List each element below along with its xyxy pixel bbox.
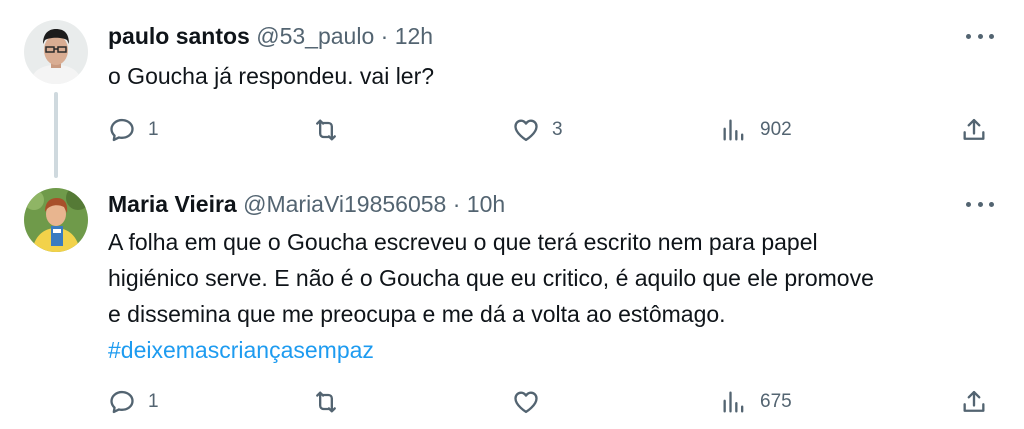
person-avatar-icon — [24, 188, 88, 252]
author-name[interactable]: Maria Vieira — [108, 191, 237, 217]
reply-button[interactable]: 1 — [108, 386, 159, 418]
separator-dot: · — [380, 23, 389, 49]
more-icon[interactable] — [966, 24, 994, 48]
avatar[interactable] — [24, 188, 88, 252]
tweet-header: paulo santos @53_paulo · 12h — [108, 20, 433, 52]
views-icon — [723, 119, 744, 141]
more-icon[interactable] — [966, 192, 994, 216]
reply-icon — [110, 390, 134, 414]
separator-dot: · — [452, 191, 461, 217]
share-button[interactable] — [960, 386, 988, 418]
retweet-icon — [316, 391, 336, 413]
tweet-text: o Goucha já respondeu. vai ler? — [108, 58, 998, 94]
heart-icon — [514, 119, 538, 142]
views-button[interactable]: 902 — [720, 114, 792, 146]
views-count: 902 — [760, 119, 792, 140]
tweet-timestamp[interactable]: 10h — [467, 191, 505, 217]
tweet-header: Maria Vieira @MariaVi19856058 · 10h — [108, 188, 505, 220]
reply-button[interactable]: 1 — [108, 114, 159, 146]
reply-icon — [110, 118, 134, 142]
like-button[interactable]: 3 — [512, 114, 563, 146]
retweet-button[interactable] — [312, 386, 352, 418]
share-icon — [963, 118, 985, 140]
avatar[interactable] — [24, 20, 88, 84]
hashtag-link[interactable]: #deixemascriançasempaz — [108, 332, 998, 368]
author-name[interactable]: paulo santos — [108, 23, 250, 49]
share-icon — [963, 390, 985, 412]
tweet-text-line: A folha em que o Goucha escreveu o que t… — [108, 229, 818, 255]
tweet-text-line: higiénico serve. E não é o Goucha que eu… — [108, 265, 874, 291]
reply-count: 1 — [148, 391, 159, 412]
reply-count: 1 — [148, 119, 159, 140]
retweet-icon — [316, 119, 336, 141]
like-button[interactable] — [512, 386, 552, 418]
tweet-text-line: o Goucha já respondeu. vai ler? — [108, 63, 435, 89]
tweet-text-line: e dissemina que me preocupa e me dá a vo… — [108, 301, 726, 327]
tweet-text: A folha em que o Goucha escreveu o que t… — [108, 224, 998, 368]
tweet-actions: 1 3 902 — [0, 114, 1024, 146]
tweet[interactable]: paulo santos @53_paulo · 12h o Goucha já… — [0, 0, 1024, 180]
tweet[interactable]: Maria Vieira @MariaVi19856058 · 10h A fo… — [0, 180, 1024, 429]
tweet-timestamp[interactable]: 12h — [395, 23, 433, 49]
person-avatar-icon — [24, 20, 88, 84]
heart-icon — [514, 391, 538, 414]
author-handle[interactable]: @MariaVi19856058 — [243, 191, 446, 217]
views-button[interactable]: 675 — [720, 386, 792, 418]
like-count: 3 — [552, 119, 563, 140]
views-icon — [723, 391, 744, 413]
retweet-button[interactable] — [312, 114, 352, 146]
tweet-actions: 1 675 — [0, 386, 1024, 418]
author-handle[interactable]: @53_paulo — [256, 23, 374, 49]
views-count: 675 — [760, 391, 792, 412]
share-button[interactable] — [960, 114, 988, 146]
